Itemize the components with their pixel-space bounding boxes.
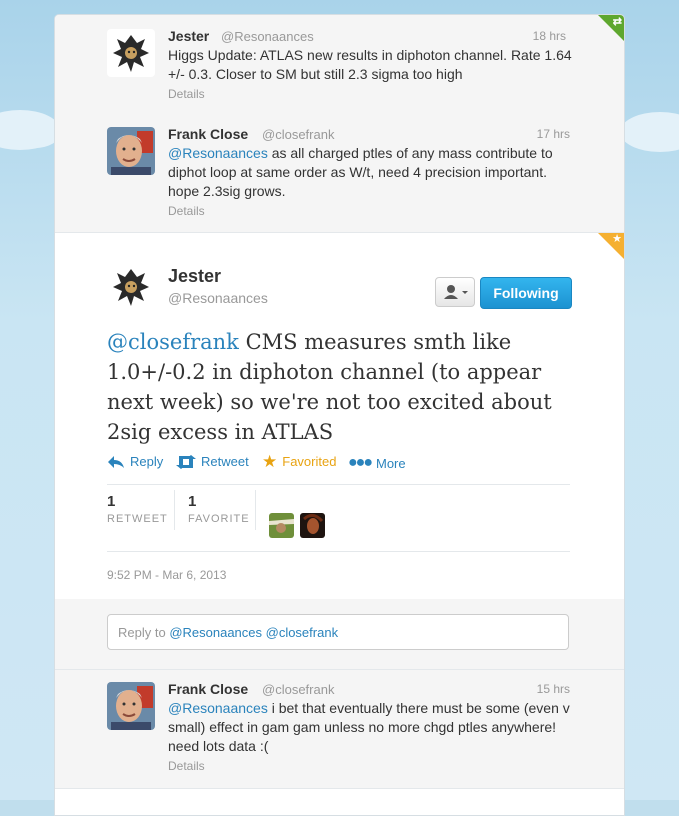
user-actions-button[interactable] — [435, 277, 475, 307]
avatar[interactable] — [107, 127, 155, 175]
favorite-action[interactable]: ★ Favorited — [262, 451, 337, 471]
details-link[interactable]: Details — [168, 204, 205, 218]
more-label: More — [376, 455, 406, 471]
author-name[interactable]: Frank Close — [168, 126, 248, 142]
tweet-time[interactable]: 18 hrs — [533, 29, 566, 43]
divider — [174, 490, 175, 530]
author-name[interactable]: Jester — [168, 28, 209, 44]
author-handle[interactable]: @closefrank — [262, 682, 334, 697]
tweet-text: @Resonaances as all charged ptles of any… — [168, 144, 578, 201]
mention-link[interactable]: @Resonaances — [168, 145, 268, 161]
tweet-text: Higgs Update: ATLAS new results in dipho… — [168, 46, 588, 84]
reply-icon — [108, 455, 124, 468]
retweet-label: Retweet — [201, 454, 249, 469]
details-link[interactable]: Details — [168, 759, 205, 773]
reply-area: Reply to @Resonaances @closefrank — [55, 599, 624, 670]
user-icon — [444, 285, 468, 299]
author-handle[interactable]: @Resonaances — [168, 290, 268, 306]
reply-prefix: Reply to — [118, 625, 170, 640]
favoriter-avatar[interactable] — [300, 513, 325, 538]
reply-label: Reply — [130, 454, 164, 469]
cloud-left-2 — [10, 118, 60, 148]
author-name[interactable]: Jester — [168, 266, 221, 287]
mention-link[interactable]: @closefrank — [107, 330, 239, 354]
main-tweet: ★ Jester @Resonaances Following @closefr… — [55, 233, 624, 600]
divider — [107, 484, 570, 485]
retweet-count[interactable]: 1 — [107, 493, 115, 510]
tweet-time[interactable]: 17 hrs — [537, 127, 570, 141]
more-action[interactable]: ●●● More — [348, 454, 406, 472]
retweet-action[interactable]: Retweet — [176, 454, 249, 469]
divider — [255, 490, 256, 530]
avatar[interactable] — [107, 29, 155, 77]
tweet-time[interactable]: 15 hrs — [537, 682, 570, 696]
author-handle[interactable]: @Resonaances — [221, 29, 314, 44]
following-button[interactable]: Following — [480, 277, 572, 309]
avatar[interactable] — [107, 263, 155, 311]
tweet-text: @Resonaances i bet that eventually there… — [168, 699, 578, 756]
reply-action[interactable]: Reply — [107, 454, 163, 469]
retweet-icon — [176, 454, 196, 469]
tweet-jester-earlier[interactable]: ⇄ Jester @Resonaances 18 hrs Higgs Updat… — [55, 15, 624, 115]
details-link[interactable]: Details — [168, 87, 205, 101]
tweet-timestamp[interactable]: 9:52 PM - Mar 6, 2013 — [107, 568, 226, 582]
tweet-frank-close-reply[interactable]: Frank Close @closefrank 15 hrs @Resonaan… — [55, 670, 624, 789]
author-handle[interactable]: @closefrank — [262, 127, 334, 142]
tweet-text: @closefrank CMS measures smth like 1.0+/… — [107, 327, 567, 447]
reply-mentions: @Resonaances @closefrank — [169, 625, 339, 640]
favorite-corner-glyph: ★ — [612, 233, 622, 245]
tweet-frank-close-earlier[interactable]: Frank Close @closefrank 17 hrs @Resonaan… — [55, 114, 624, 233]
retweet-count-label[interactable]: RETWEET — [107, 513, 168, 525]
author-name[interactable]: Frank Close — [168, 681, 248, 697]
favorite-count-label[interactable]: FAVORITE — [188, 513, 250, 525]
favoriter-avatar[interactable] — [269, 513, 294, 538]
more-icon: ●●● — [348, 454, 373, 471]
conversation-panel: ⇄ Jester @Resonaances 18 hrs Higgs Updat… — [54, 14, 625, 816]
avatar[interactable] — [107, 682, 155, 730]
retweet-corner-glyph: ⇄ — [612, 16, 622, 28]
reply-input[interactable]: Reply to @Resonaances @closefrank — [107, 614, 569, 650]
mention-link[interactable]: @Resonaances — [168, 700, 268, 716]
favorite-label: Favorited — [282, 454, 337, 469]
divider — [107, 551, 570, 552]
tweet-body: Higgs Update: ATLAS new results in dipho… — [168, 47, 572, 82]
star-icon: ★ — [262, 451, 278, 471]
favorite-count[interactable]: 1 — [188, 493, 196, 510]
